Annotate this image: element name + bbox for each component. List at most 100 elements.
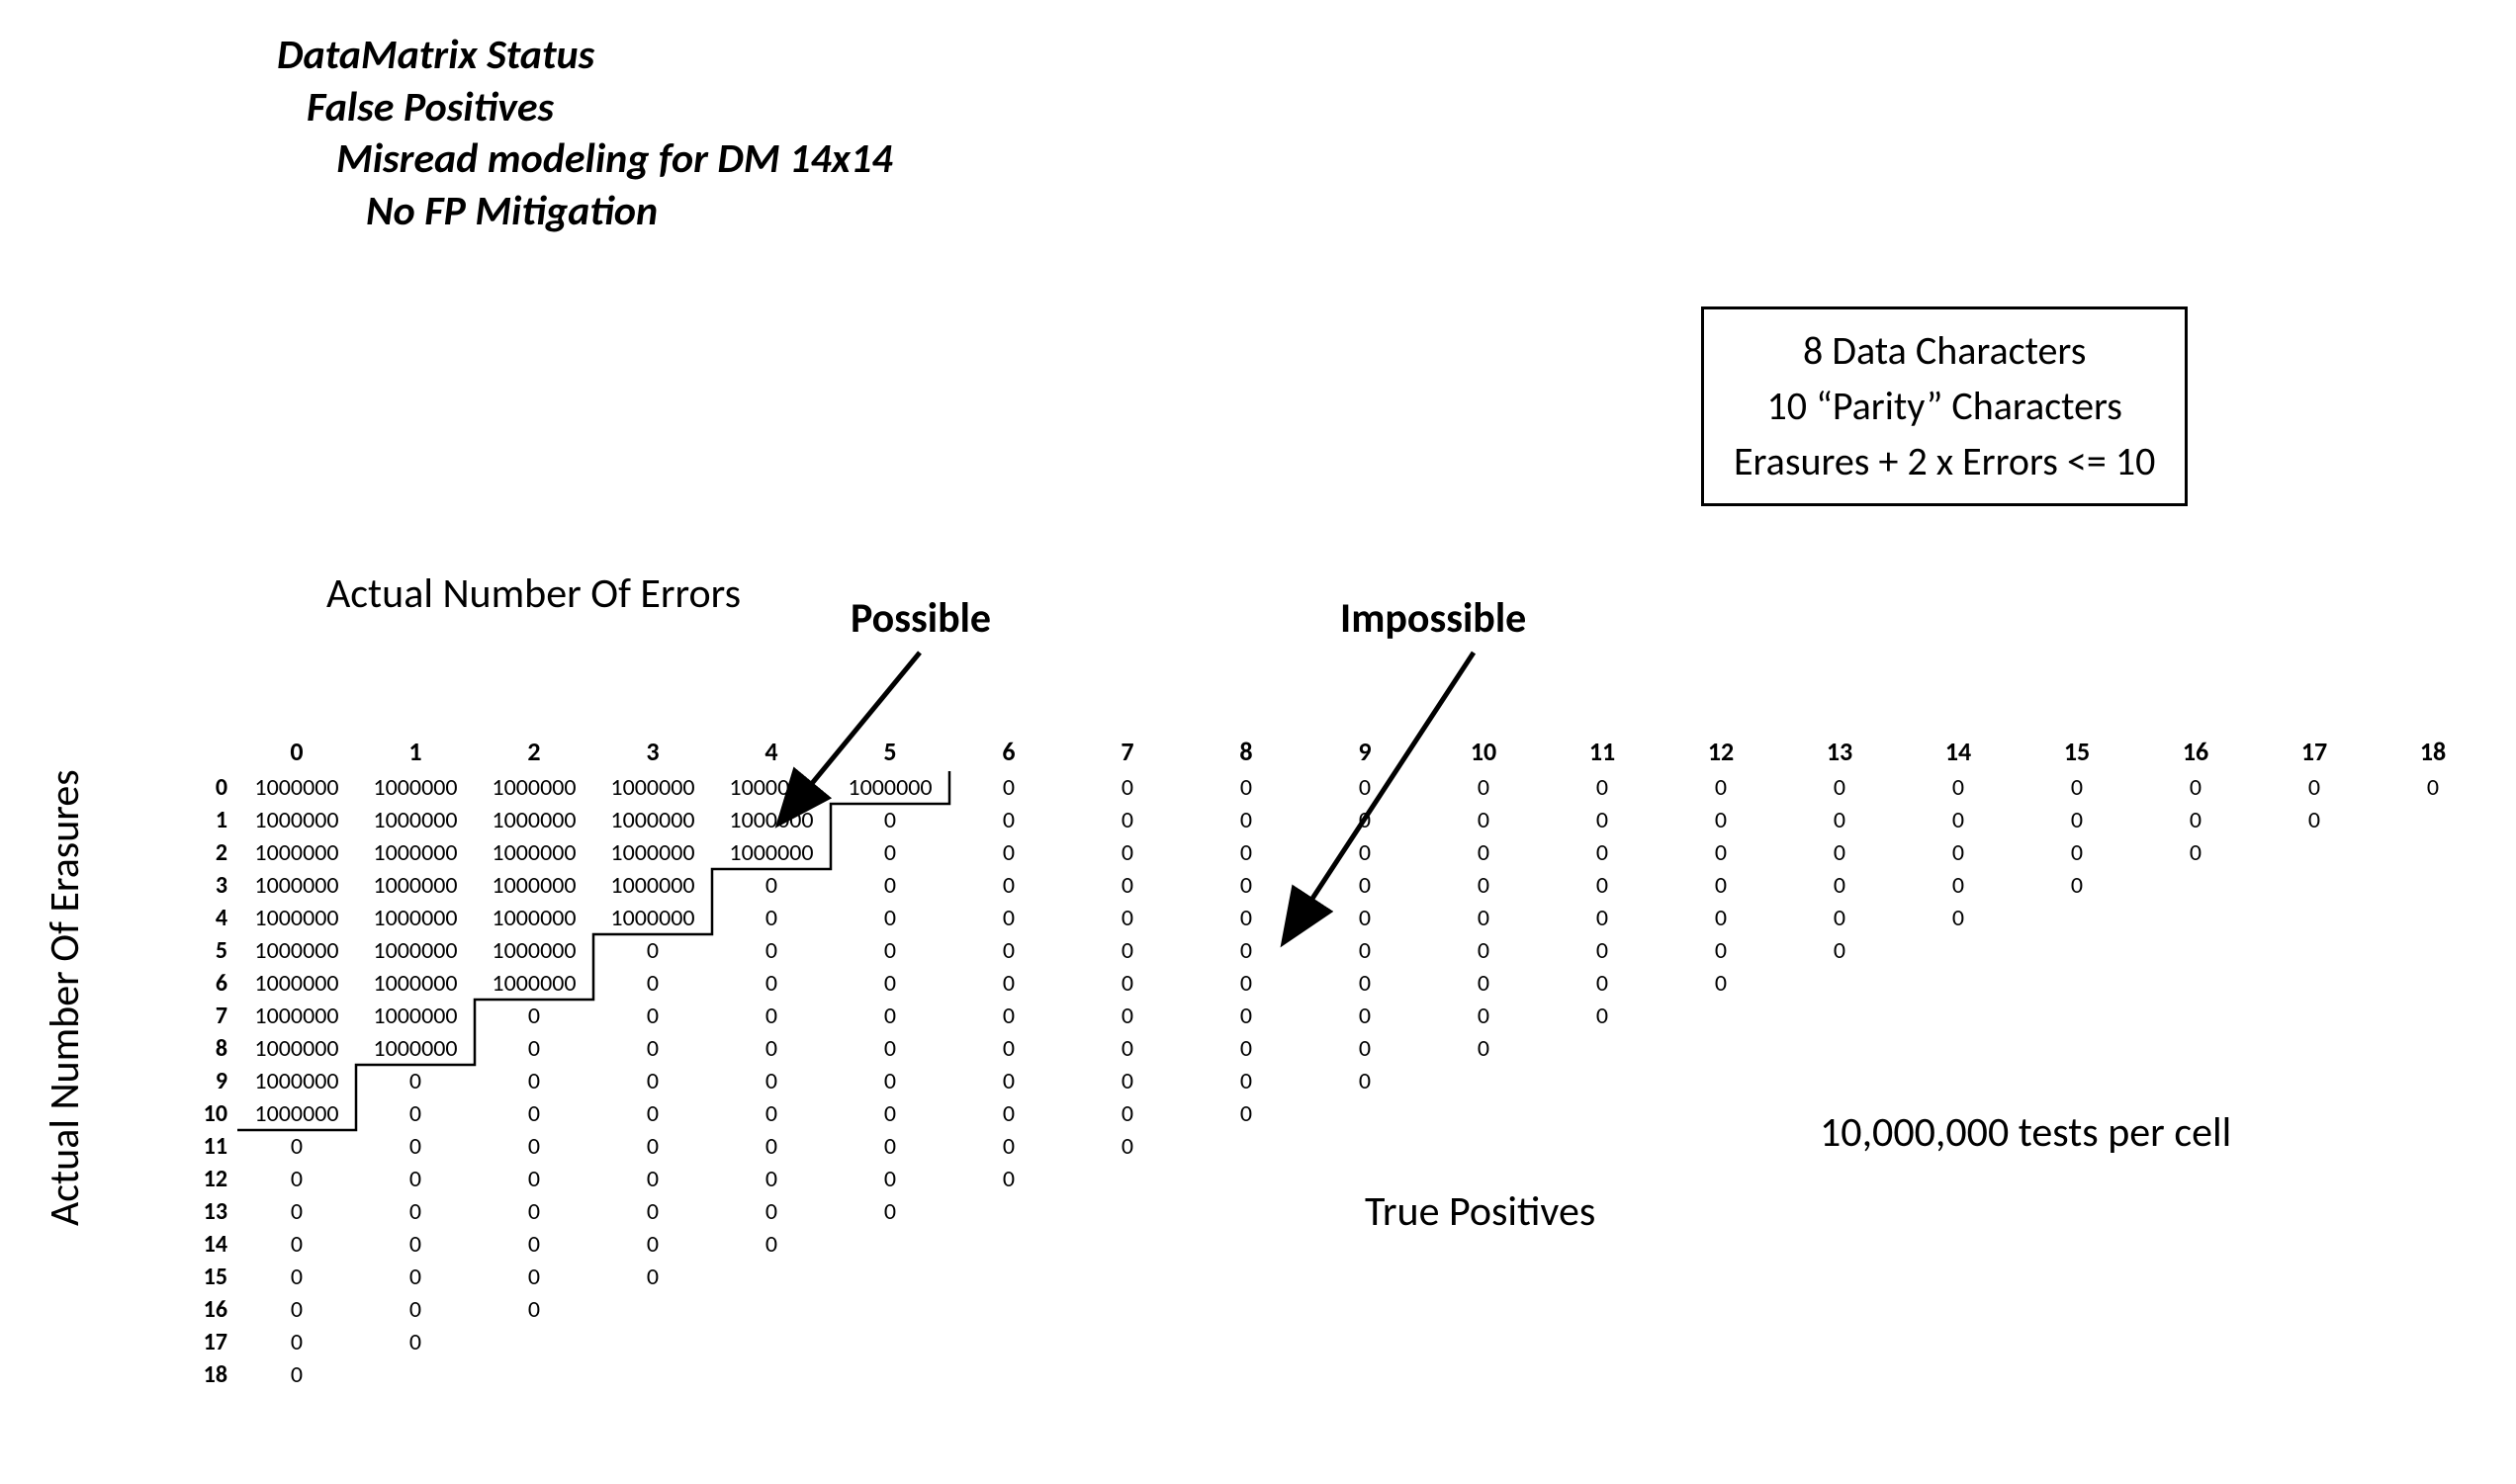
table-cell: 0 [712,1002,831,1030]
table-cell: 0 [949,1034,1068,1063]
table-cell: 0 [1899,773,2018,802]
table-cell: 0 [1899,806,2018,834]
col-header: 5 [831,736,949,767]
table-cell: 0 [1662,773,1780,802]
table-cell: 0 [1543,969,1662,998]
table-cell: 0 [712,871,831,900]
table-cell: 0 [949,936,1068,965]
table-cell: 0 [1187,806,1305,834]
table-cell: 0 [831,1197,949,1226]
table-cell: 1000000 [475,904,593,932]
table-cell: 1000000 [237,871,356,900]
table-row: 1100000000 [158,1130,2492,1163]
info-line-2: 10 “Parity” Characters [1734,379,2155,434]
table-cell: 0 [1187,1067,1305,1095]
table-cell: 0 [1424,838,1543,867]
table-cell: 1000000 [237,773,356,802]
table-cell: 0 [593,936,712,965]
table-cell: 0 [1899,838,2018,867]
table-cell: 0 [1662,806,1780,834]
col-header: 13 [1780,736,1899,767]
table-cell: 1000000 [356,871,475,900]
table-cell: 0 [949,1067,1068,1095]
table-cell: 1000000 [237,1002,356,1030]
table-cell: 0 [712,936,831,965]
table-cell: 1000000 [593,806,712,834]
table-cell: 1000000 [237,969,356,998]
table-row: 0100000010000001000000100000010000001000… [158,771,2492,804]
table-cell: 0 [712,1067,831,1095]
table-cell: 0 [1068,806,1187,834]
table-cell: 0 [237,1230,356,1259]
col-header: 11 [1543,736,1662,767]
col-header: 15 [2018,736,2136,767]
table-cell: 0 [237,1165,356,1193]
table-cell: 0 [831,871,949,900]
table-cell: 0 [712,1099,831,1128]
table-cell: 0 [237,1360,356,1389]
table-cell: 1000000 [237,806,356,834]
row-header: 16 [158,1295,237,1324]
row-header: 0 [158,773,237,802]
table-cell: 0 [475,1230,593,1259]
table-cell: 0 [1068,1002,1187,1030]
col-header: 17 [2255,736,2374,767]
row-header: 12 [158,1165,237,1193]
row-header: 17 [158,1328,237,1356]
col-header: 8 [1187,736,1305,767]
table-cell: 0 [1543,806,1662,834]
table-cell: 0 [712,1034,831,1063]
table-cell: 1000000 [237,936,356,965]
table-cell: 0 [949,1132,1068,1161]
table-cell: 0 [1543,773,1662,802]
table-cell: 1000000 [475,838,593,867]
col-header: 16 [2136,736,2255,767]
table-cell: 1000000 [356,806,475,834]
table-cell: 0 [949,871,1068,900]
table-cell: 0 [1424,969,1543,998]
table-row: 1700 [158,1326,2492,1358]
col-header: 10 [1424,736,1543,767]
table-cell: 0 [949,904,1068,932]
row-header: 15 [158,1263,237,1291]
title-line-2: False Positives [307,82,893,134]
table-cell: 0 [1068,871,1187,900]
col-header: 2 [475,736,593,767]
table-cell: 0 [237,1132,356,1161]
table-cell: 0 [2018,838,2136,867]
table-cell: 1000000 [475,773,593,802]
table-cell: 0 [1424,806,1543,834]
col-header: 18 [2374,736,2492,767]
table-cell: 0 [831,1067,949,1095]
table-cell: 0 [1305,1067,1424,1095]
table-cell: 0 [475,1002,593,1030]
table-cell: 0 [593,1034,712,1063]
table-cell: 0 [1662,838,1780,867]
table-cell: 0 [356,1197,475,1226]
row-header: 8 [158,1034,237,1063]
table-cell: 0 [1424,1002,1543,1030]
table-cell: 0 [1187,773,1305,802]
table-cell: 0 [2018,871,2136,900]
table-cell: 0 [949,1002,1068,1030]
table-cell: 1000000 [475,806,593,834]
table-cell: 0 [475,1295,593,1324]
col-header: 0 [237,736,356,767]
row-header: 13 [158,1197,237,1226]
table-cell: 0 [1187,969,1305,998]
table-cell: 0 [356,1165,475,1193]
table-cell: 0 [1424,904,1543,932]
table-row: 180 [158,1358,2492,1391]
table-cell: 1000000 [712,838,831,867]
col-header: 3 [593,736,712,767]
table-cell: 1000000 [356,936,475,965]
table-cell: 0 [2374,773,2492,802]
table-cell: 0 [1068,1067,1187,1095]
table-cell: 0 [2018,773,2136,802]
col-header: 4 [712,736,831,767]
table-cell: 0 [1662,969,1780,998]
table-cell: 0 [1780,871,1899,900]
table-cell: 1000000 [475,936,593,965]
title-line-1: DataMatrix Status [277,30,893,82]
table-cell: 1000000 [356,1034,475,1063]
